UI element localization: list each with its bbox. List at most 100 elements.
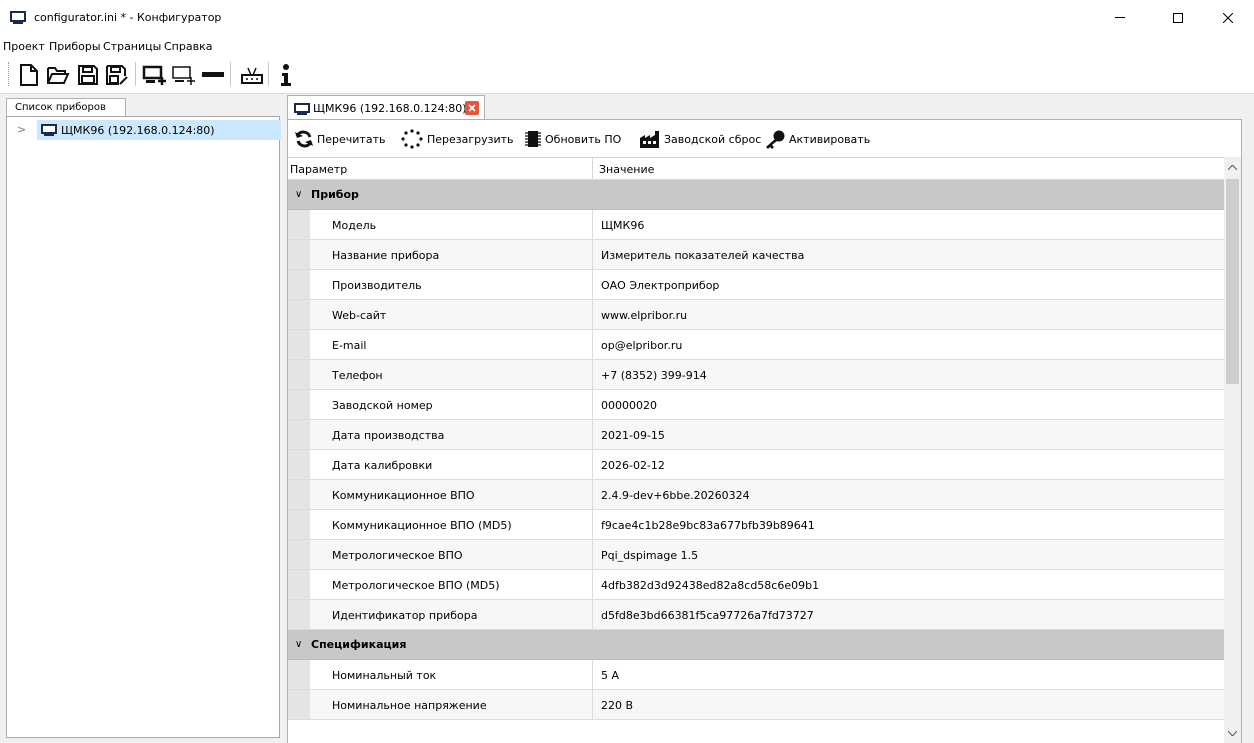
- group-row-specification[interactable]: ∨ Спецификация: [288, 630, 1224, 660]
- param-name: E-mail: [288, 330, 593, 359]
- add-device-icon: [142, 65, 166, 85]
- tree-item-label: ЩМК96 (192.168.0.124:80): [61, 124, 215, 137]
- maximize-icon: [1173, 13, 1183, 23]
- chevron-down-icon[interactable]: ∨: [295, 189, 302, 200]
- scroll-up-button[interactable]: [1224, 159, 1241, 176]
- param-value: 220 В: [601, 699, 634, 712]
- add-device-alt-icon: [172, 66, 195, 85]
- save-as-button[interactable]: [103, 61, 131, 89]
- param-value: www.elpribor.ru: [601, 309, 688, 322]
- param-value: d5fd8e3bd66381f5ca97726a7fd73727: [601, 609, 814, 622]
- action-bar: Перечитать Перезагрузить Обновить ПО Зав…: [288, 120, 1241, 157]
- param-value: op@elpribor.ru: [601, 339, 683, 352]
- menu-pages[interactable]: Страницы: [103, 40, 161, 53]
- column-header-value[interactable]: Значение: [593, 158, 1224, 180]
- update-firmware-button[interactable]: Обновить ПО: [524, 128, 621, 150]
- remove-button[interactable]: [199, 61, 227, 89]
- menu-bar: Проект Приборы Страницы Справка: [0, 36, 1254, 56]
- table-row[interactable]: Модель ЩМК96: [288, 210, 1224, 240]
- table-row[interactable]: Web-сайт www.elpribor.ru: [288, 300, 1224, 330]
- param-name: Номинальный ток: [288, 660, 593, 689]
- table-row[interactable]: Идентификатор прибора d5fd8e3bd66381f5ca9…: [288, 600, 1224, 630]
- chevron-down-icon[interactable]: ∨: [295, 639, 302, 650]
- scrollbar-thumb[interactable]: [1226, 179, 1239, 384]
- info-button[interactable]: [272, 61, 300, 89]
- table-row[interactable]: Метрологическое ВПО Pqi_dspimage 1.5: [288, 540, 1224, 570]
- column-header-parameter[interactable]: Параметр: [288, 158, 593, 180]
- add-device-alt-button[interactable]: [170, 61, 198, 89]
- chip-icon: [525, 131, 541, 147]
- table-row[interactable]: Дата калибровки 2026-02-12: [288, 450, 1224, 480]
- close-icon: [1223, 13, 1233, 23]
- table-row[interactable]: Коммуникационное ВПО 2.4.9-dev+6bbe.20260…: [288, 480, 1224, 510]
- param-name: Телефон: [288, 360, 593, 389]
- maximize-button[interactable]: [1156, 0, 1200, 36]
- factory-reset-button[interactable]: Заводской сброс: [639, 128, 761, 150]
- table-row[interactable]: E-mail op@elpribor.ru: [288, 330, 1224, 360]
- open-folder-button[interactable]: [44, 61, 72, 89]
- factory-reset-label: Заводской сброс: [664, 132, 762, 146]
- reread-button[interactable]: Перечитать: [294, 128, 385, 150]
- key-icon: [766, 130, 785, 149]
- table-row[interactable]: Номинальное напряжение 220 В: [288, 690, 1224, 720]
- device-list-tab[interactable]: Список приборов: [6, 98, 126, 117]
- update-firmware-label: Обновить ПО: [545, 132, 622, 146]
- table-row[interactable]: Дата производства 2021-09-15: [288, 420, 1224, 450]
- reboot-icon: [401, 129, 423, 149]
- param-value: +7 (8352) 399-914: [601, 369, 707, 382]
- param-name: Название прибора: [288, 240, 593, 269]
- save-as-icon: [106, 65, 128, 85]
- minimize-button[interactable]: [1098, 0, 1142, 36]
- scroll-down-button[interactable]: [1224, 725, 1241, 742]
- close-icon: [468, 104, 476, 112]
- param-value: Измеритель показателей качества: [601, 249, 805, 262]
- new-file-button[interactable]: [15, 61, 43, 89]
- save-button[interactable]: [74, 61, 102, 89]
- activate-label: Активировать: [789, 132, 871, 146]
- activate-button[interactable]: Активировать: [764, 128, 870, 150]
- param-name: Модель: [288, 210, 593, 239]
- window-title: configurator.ini * - Конфигуратор: [34, 11, 222, 24]
- factory-icon: [640, 131, 659, 148]
- device-details-panel: Перечитать Перезагрузить Обновить ПО Зав…: [287, 119, 1242, 743]
- menu-help[interactable]: Справка: [164, 40, 212, 53]
- param-value: 00000020: [601, 399, 657, 412]
- toolbar-separator: [135, 62, 136, 86]
- tab-close-button[interactable]: [465, 101, 479, 115]
- param-name: Производитель: [288, 270, 593, 299]
- remove-icon: [202, 72, 224, 77]
- param-name: Метрологическое ВПО (MD5): [288, 570, 593, 599]
- param-value: Pqi_dspimage 1.5: [601, 549, 699, 562]
- close-button[interactable]: [1206, 0, 1250, 36]
- group-row-device[interactable]: ∨ Прибор: [288, 180, 1224, 210]
- table-row[interactable]: Заводской номер 00000020: [288, 390, 1224, 420]
- param-name: Дата калибровки: [288, 450, 593, 479]
- tab-device[interactable]: ЩМК96 (192.168.0.124:80): [287, 95, 485, 119]
- param-name: Идентификатор прибора: [288, 600, 593, 629]
- device-icon: [41, 124, 57, 136]
- add-device-button[interactable]: [141, 61, 169, 89]
- table-row[interactable]: Название прибора Измеритель показателей к…: [288, 240, 1224, 270]
- connection-button[interactable]: [238, 61, 266, 89]
- refresh-icon: [295, 130, 313, 148]
- info-icon: [281, 64, 291, 86]
- connection-icon: [241, 67, 263, 84]
- table-row[interactable]: Метрологическое ВПО (MD5) 4dfb382d3d92438…: [288, 570, 1224, 600]
- param-value: f9cae4c1b28e9bc83a677bfb39b89641: [601, 519, 815, 532]
- open-folder-icon: [47, 67, 70, 84]
- vertical-scrollbar[interactable]: [1224, 157, 1241, 743]
- device-list-panel: > ЩМК96 (192.168.0.124:80): [6, 116, 281, 738]
- reboot-button[interactable]: Перезагрузить: [400, 128, 514, 150]
- table-row[interactable]: Коммуникационное ВПО (MD5) f9cae4c1b28e9b…: [288, 510, 1224, 540]
- menu-project[interactable]: Проект: [3, 40, 45, 53]
- table-row[interactable]: Телефон +7 (8352) 399-914: [288, 360, 1224, 390]
- tree-item-device[interactable]: > ЩМК96 (192.168.0.124:80): [15, 120, 281, 140]
- param-value: 2.4.9-dev+6bbe.20260324: [601, 489, 750, 502]
- menu-devices[interactable]: Приборы: [49, 40, 101, 53]
- toolbar: [0, 56, 1254, 94]
- new-file-icon: [20, 64, 38, 86]
- table-row[interactable]: Номинальный ток 5 А: [288, 660, 1224, 690]
- table-row[interactable]: Производитель ОАО Электроприбор: [288, 270, 1224, 300]
- grid-header: Параметр Значение: [288, 158, 1224, 180]
- chevron-right-icon[interactable]: >: [17, 123, 26, 136]
